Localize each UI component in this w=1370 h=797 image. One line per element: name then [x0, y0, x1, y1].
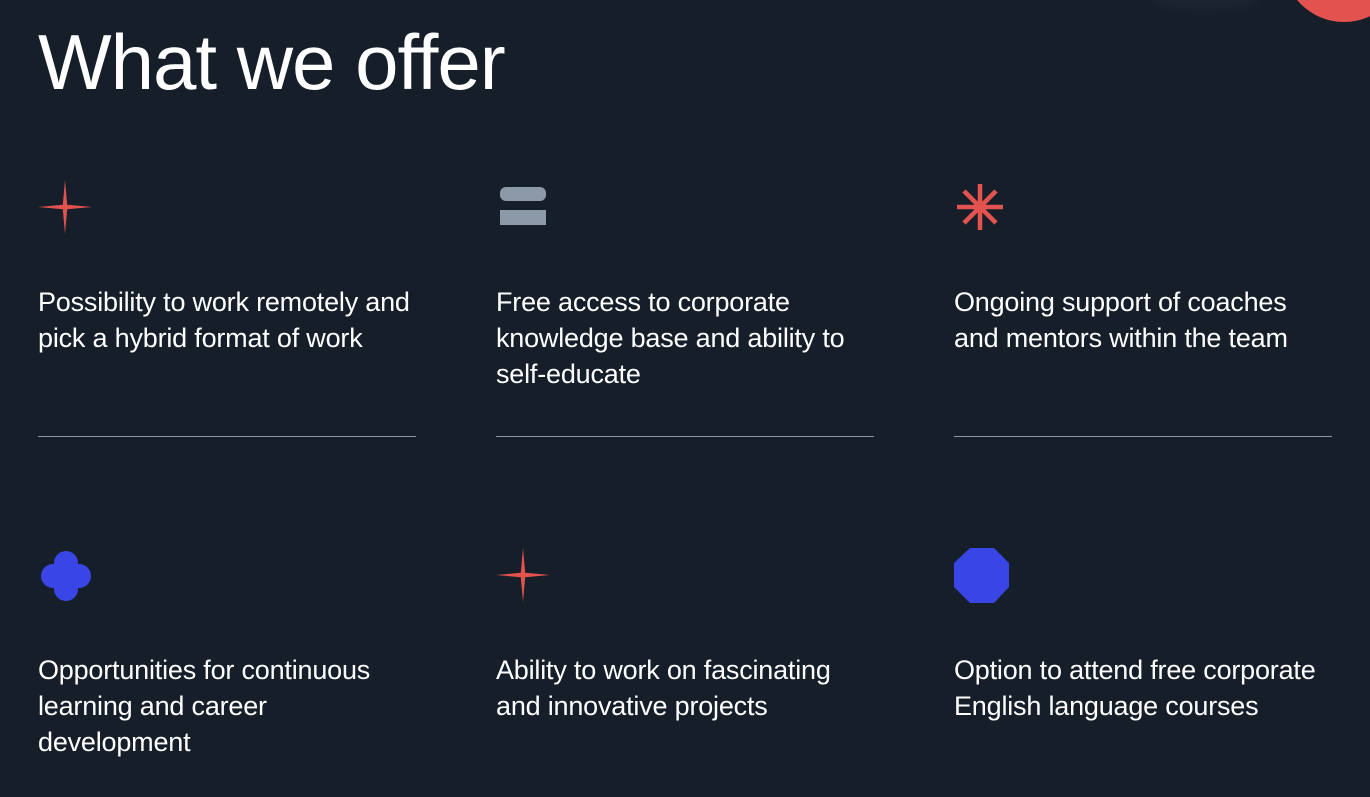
offer-text: Possibility to work remotely and pick a …: [38, 287, 410, 353]
octagon-icon: [954, 548, 1010, 604]
divider: [38, 436, 416, 437]
stacked-bars-icon: [496, 180, 552, 236]
offer-text: Option to attend free corporate English …: [954, 655, 1316, 721]
sparkle-icon: [496, 548, 552, 604]
decorative-circle: [1283, 0, 1370, 22]
offer-text: Ongoing support of coaches and mentors w…: [954, 287, 1288, 353]
sparkle-icon: [38, 180, 94, 236]
decorative-glow: [1150, 0, 1260, 6]
page-title: What we offer: [38, 18, 506, 106]
offer-text: Opportunities for continuous learning an…: [38, 655, 371, 757]
divider: [496, 436, 874, 437]
clover-icon: [38, 548, 94, 604]
asterisk-icon: [954, 180, 1010, 236]
offer-text: Free access to corporate knowledge base …: [496, 287, 845, 389]
divider: [954, 436, 1332, 437]
offer-text: Ability to work on fascinating and innov…: [496, 655, 831, 721]
